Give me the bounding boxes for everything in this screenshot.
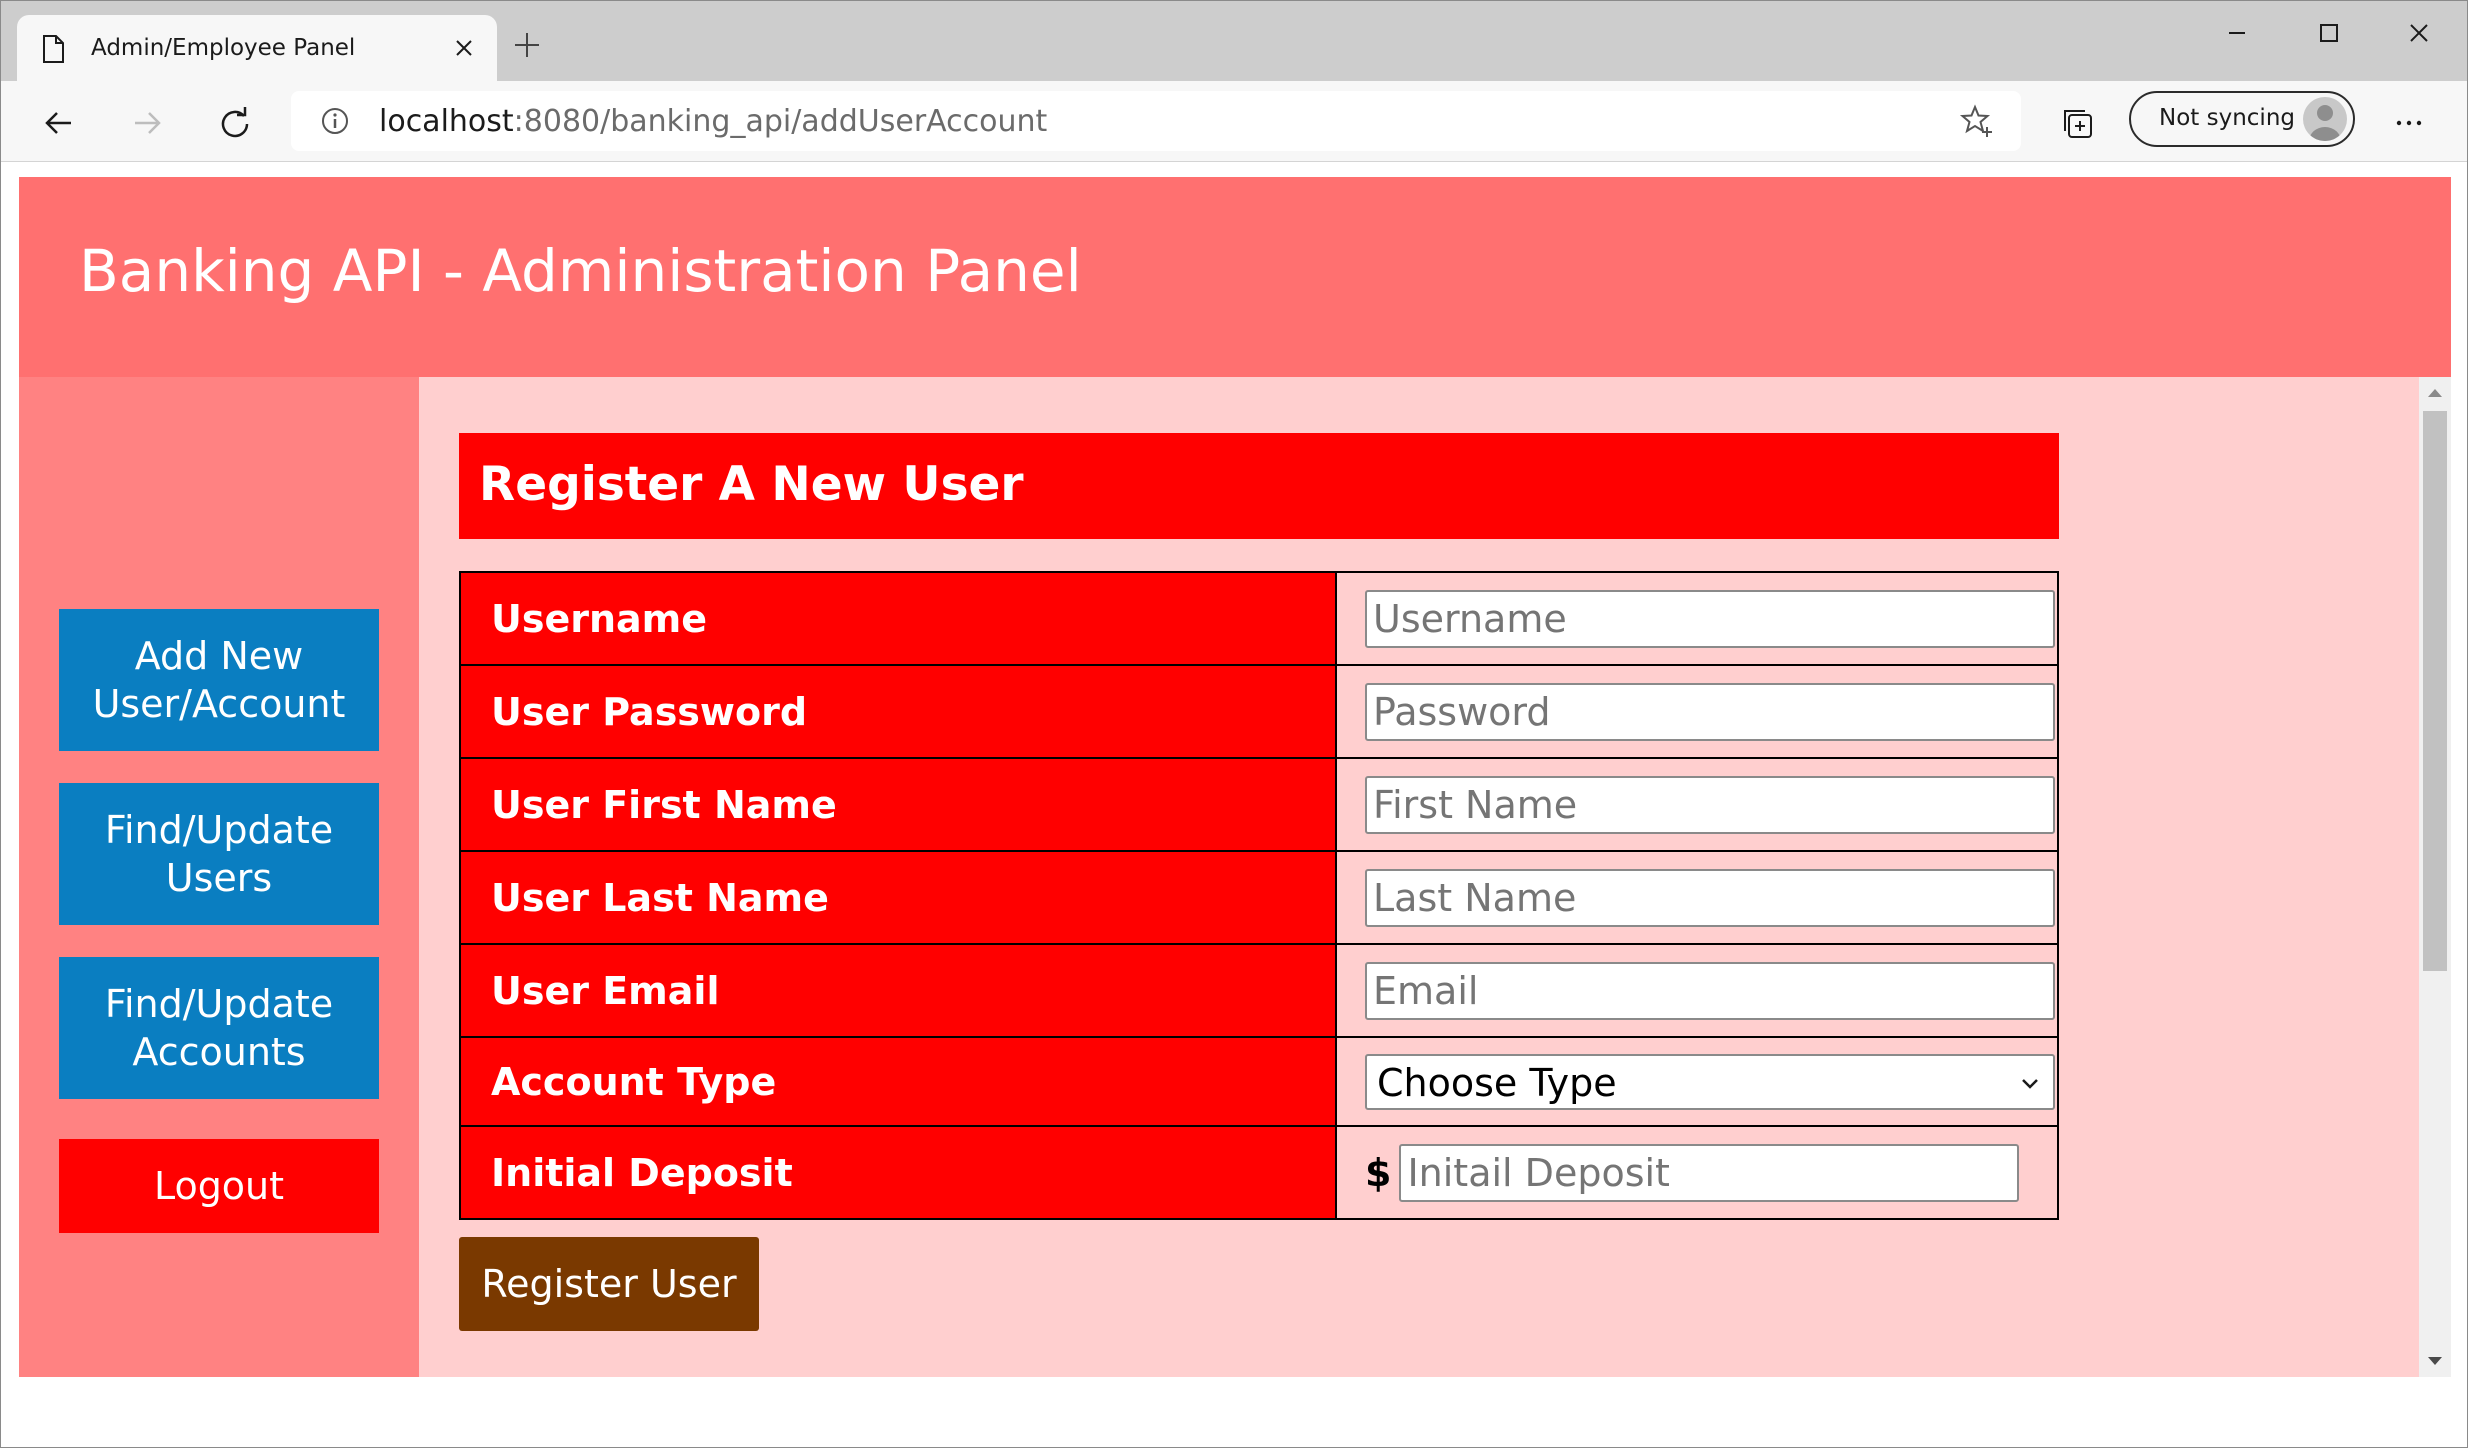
form-row-email: User Email	[459, 943, 2059, 1038]
currency-symbol: $	[1365, 1150, 1392, 1195]
password-label: User Password	[459, 664, 1337, 759]
sidebar: Add New User/Account Find/Update Users F…	[19, 377, 419, 1377]
info-icon[interactable]	[319, 105, 351, 137]
first-name-label: User First Name	[459, 757, 1337, 852]
url-text[interactable]: localhost:8080/banking_api/addUserAccoun…	[379, 104, 1047, 139]
register-user-button[interactable]: Register User	[459, 1237, 759, 1331]
form-row-username: Username	[459, 571, 2059, 666]
forward-icon[interactable]	[127, 103, 167, 143]
last-name-input[interactable]	[1365, 868, 2055, 927]
password-cell	[1335, 664, 2059, 759]
first-name-input[interactable]	[1365, 775, 2055, 834]
scroll-up-arrow-icon[interactable]	[2425, 383, 2445, 403]
username-label: Username	[459, 571, 1337, 666]
form-row-last-name: User Last Name	[459, 850, 2059, 945]
form-title: Register A New User	[479, 457, 1024, 512]
first-name-cell	[1335, 757, 2059, 852]
form-row-account-type: Account Type Choose Type	[459, 1036, 2059, 1127]
last-name-cell	[1335, 850, 2059, 945]
favorite-star-icon[interactable]	[1959, 103, 1995, 139]
username-input[interactable]	[1365, 589, 2055, 648]
account-type-cell: Choose Type	[1335, 1036, 2059, 1127]
deposit-label: Initial Deposit	[459, 1125, 1337, 1220]
collections-icon[interactable]	[2059, 103, 2099, 143]
email-cell	[1335, 943, 2059, 1038]
browser-toolbar: localhost:8080/banking_api/addUserAccoun…	[1, 81, 2467, 162]
last-name-label: User Last Name	[459, 850, 1337, 945]
logout-button[interactable]: Logout	[59, 1139, 379, 1233]
maximize-icon[interactable]	[2311, 15, 2347, 51]
minimize-icon[interactable]	[2219, 15, 2255, 51]
more-menu-icon[interactable]	[2389, 103, 2429, 143]
form-row-password: User Password	[459, 664, 2059, 759]
main-content: Register A New User Username User Passwo…	[419, 377, 2451, 1377]
deposit-cell: $	[1335, 1125, 2059, 1220]
close-tab-icon[interactable]	[449, 33, 479, 63]
back-icon[interactable]	[39, 103, 79, 143]
register-form-table: Username User Password User First Name	[459, 571, 2059, 1220]
sync-status-label: Not syncing	[2159, 105, 2295, 131]
deposit-input[interactable]	[1399, 1143, 2020, 1202]
page-scrollbar[interactable]	[2419, 377, 2451, 1377]
site-header: Banking API - Administration Panel	[19, 177, 2451, 377]
url-path: :8080/banking_api/addUserAccount	[513, 104, 1048, 139]
close-window-icon[interactable]	[2401, 15, 2437, 51]
email-label: User Email	[459, 943, 1337, 1038]
username-cell	[1335, 571, 2059, 666]
form-row-deposit: Initial Deposit $	[459, 1125, 2059, 1220]
account-type-selected: Choose Type	[1377, 1060, 1617, 1105]
profile-sync-button[interactable]: Not syncing	[2129, 91, 2355, 147]
avatar-icon	[2309, 105, 2341, 141]
chevron-down-icon	[2022, 1078, 2038, 1089]
avatar	[2303, 97, 2347, 141]
page-viewport: Banking API - Administration Panel Add N…	[19, 177, 2451, 1377]
find-update-accounts-button[interactable]: Find/Update Accounts	[59, 957, 379, 1099]
form-heading: Register A New User	[459, 433, 2059, 539]
form-row-first-name: User First Name	[459, 757, 2059, 852]
account-type-select[interactable]: Choose Type	[1365, 1053, 2055, 1110]
refresh-icon[interactable]	[215, 103, 255, 143]
tab-strip: Admin/Employee Panel	[1, 1, 2467, 81]
email-input[interactable]	[1365, 961, 2055, 1020]
new-tab-icon[interactable]	[511, 29, 543, 61]
address-bar[interactable]: localhost:8080/banking_api/addUserAccoun…	[291, 91, 2021, 151]
page-icon	[43, 35, 64, 63]
browser-window: Admin/Employee Panel localhost:8080/bank…	[0, 0, 2468, 1448]
scroll-down-arrow-icon[interactable]	[2425, 1351, 2445, 1371]
add-user-account-button[interactable]: Add New User/Account	[59, 609, 379, 751]
password-input[interactable]	[1365, 682, 2055, 741]
find-update-users-button[interactable]: Find/Update Users	[59, 783, 379, 925]
browser-tab[interactable]: Admin/Employee Panel	[17, 15, 497, 81]
page-title: Banking API - Administration Panel	[79, 237, 1082, 305]
url-host: localhost	[379, 104, 514, 139]
account-type-label: Account Type	[459, 1036, 1337, 1127]
tab-title: Admin/Employee Panel	[91, 35, 356, 61]
scrollbar-thumb[interactable]	[2423, 411, 2447, 971]
